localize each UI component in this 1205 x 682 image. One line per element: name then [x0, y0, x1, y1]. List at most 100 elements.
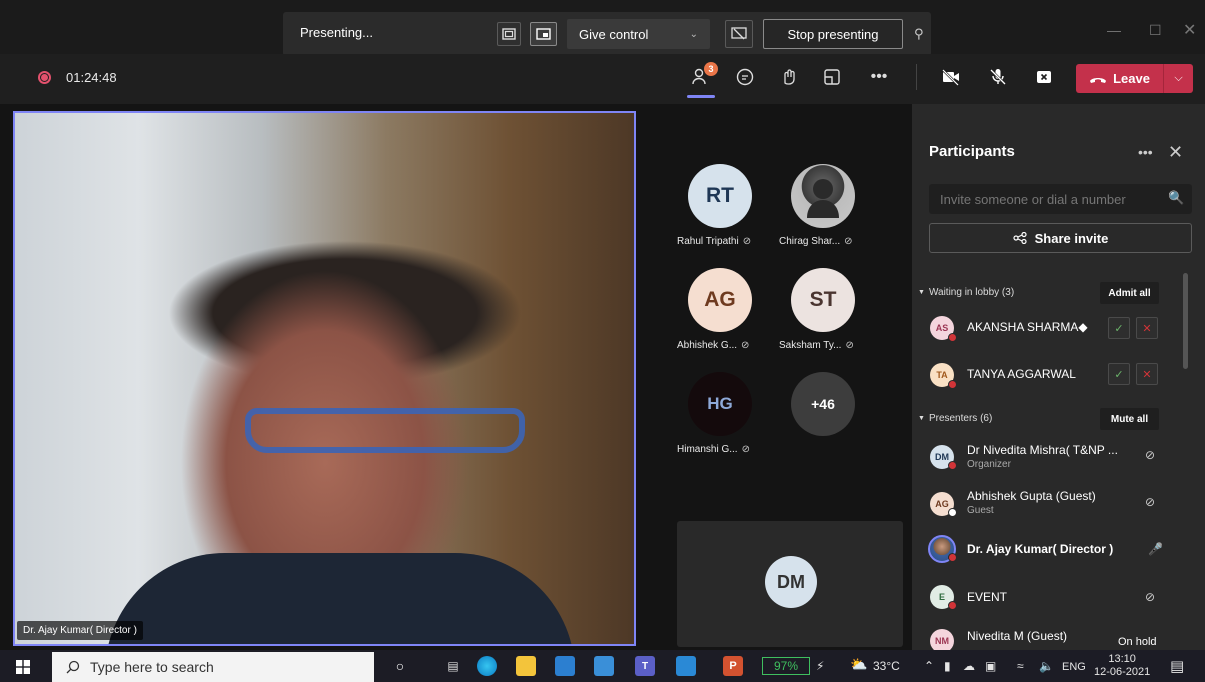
- stop-sharing-button[interactable]: [1030, 64, 1058, 90]
- participant-role: Guest: [967, 505, 994, 516]
- deny-button[interactable]: ✕: [1136, 363, 1158, 385]
- volume-icon[interactable]: 🔈: [1039, 659, 1054, 673]
- mic-off-icon: ⊘: [1145, 495, 1156, 509]
- wifi-icon[interactable]: ≈: [1017, 659, 1024, 673]
- lobby-heading: Waiting in lobby (3): [928, 287, 1015, 298]
- search-icon: [66, 660, 80, 674]
- gallery-avatar[interactable]: RT: [688, 164, 752, 228]
- gallery-avatar[interactable]: HG: [688, 372, 752, 436]
- share-icon: [1013, 232, 1027, 244]
- usb-icon[interactable]: ▮: [944, 659, 951, 673]
- photos-icon[interactable]: [676, 656, 696, 676]
- participant-name: Nivedita M (Guest): [967, 629, 1068, 643]
- raise-hand-icon: [784, 69, 795, 85]
- pin-icon[interactable]: ⚲: [914, 26, 924, 42]
- gallery-avatar[interactable]: AG: [688, 268, 752, 332]
- invite-search-input[interactable]: [929, 184, 1192, 214]
- leave-options-button[interactable]: ⌵: [1164, 64, 1193, 93]
- window-layout-icon: [502, 28, 516, 40]
- charging-icon: ⚡: [816, 659, 825, 673]
- chat-button[interactable]: [731, 64, 759, 90]
- store-icon[interactable]: [555, 656, 575, 676]
- panel-title: Participants: [929, 143, 1015, 160]
- tray-chevron-icon[interactable]: ⌃: [924, 659, 934, 673]
- share-invite-button[interactable]: Share invite: [929, 223, 1192, 253]
- mic-toggle-button[interactable]: [984, 64, 1012, 90]
- cortana-icon[interactable]: ○: [390, 656, 410, 676]
- mic-off-icon: ⊘: [741, 340, 750, 351]
- deny-button[interactable]: ✕: [1136, 317, 1158, 339]
- gallery-name: Saksham Ty...: [779, 340, 842, 351]
- mic-off-icon: ⊘: [845, 340, 854, 351]
- notifications-icon[interactable]: ▤: [1170, 657, 1184, 675]
- mute-all-button[interactable]: Mute all: [1100, 408, 1159, 430]
- breakout-rooms-icon: [824, 69, 840, 85]
- participant-name: AKANSHA SHARMA◆: [967, 320, 1088, 334]
- camera-toggle-button[interactable]: [937, 64, 965, 90]
- mail-icon[interactable]: [594, 656, 614, 676]
- gallery-name-label: Chirag Shar... ⊘: [779, 236, 853, 247]
- panel-more-icon[interactable]: •••: [1138, 144, 1153, 160]
- share-window-layout-button[interactable]: [497, 22, 521, 46]
- stop-presenting-button[interactable]: Stop presenting: [763, 19, 903, 49]
- edge-icon[interactable]: [477, 656, 497, 676]
- task-view-icon[interactable]: ▤: [443, 656, 463, 676]
- temperature[interactable]: 33°C: [873, 659, 900, 673]
- gallery-name: Himanshi G...: [677, 444, 738, 455]
- presenters-heading: Presenters (6): [928, 413, 993, 424]
- share-window-pip-button[interactable]: [530, 22, 557, 46]
- panel-close-icon[interactable]: ✕: [1168, 142, 1183, 163]
- mic-off-icon: ⊘: [1145, 448, 1156, 462]
- presenters-section-header[interactable]: ▼ Presenters (6): [918, 413, 992, 424]
- person-silhouette-icon: [807, 179, 839, 218]
- minimize-icon[interactable]: —: [1107, 22, 1121, 38]
- lobby-section-header[interactable]: ▼ Waiting in lobby (3): [918, 287, 1014, 298]
- share-close-icon: [1037, 71, 1051, 83]
- gallery-avatar[interactable]: ST: [791, 268, 855, 332]
- participant-name: Dr. Ajay Kumar( Director ): [967, 542, 1114, 556]
- reactions-button[interactable]: [775, 64, 803, 90]
- system-clock[interactable]: 13:10 12-06-2021: [1094, 653, 1150, 679]
- stop-camera-share-button[interactable]: [725, 20, 753, 48]
- clock-time: 13:10: [1108, 653, 1136, 665]
- main-video-name-label: Dr. Ajay Kumar( Director ): [17, 621, 143, 640]
- video-person-glasses: [245, 408, 525, 453]
- screen-share-off-icon: [731, 27, 747, 40]
- windows-logo-icon: [16, 660, 30, 674]
- more-icon: •••: [870, 68, 888, 85]
- breakout-rooms-button[interactable]: [818, 64, 846, 90]
- leave-button[interactable]: Leave: [1076, 64, 1163, 93]
- gallery-photo-avatar[interactable]: [791, 164, 855, 228]
- admit-button[interactable]: ✓: [1108, 317, 1130, 339]
- gallery-name-label: Himanshi G... ⊘: [677, 444, 750, 455]
- weather-icon[interactable]: ⛅: [850, 656, 867, 673]
- file-explorer-icon[interactable]: [516, 656, 536, 676]
- main-video-feed[interactable]: [13, 111, 636, 646]
- powerpoint-icon[interactable]: P: [723, 656, 743, 676]
- check-icon: ✓: [1114, 368, 1124, 381]
- mic-icon: 🎤: [1148, 542, 1163, 556]
- status-indicator: [948, 553, 957, 562]
- share-invite-label: Share invite: [1034, 230, 1109, 246]
- teams-icon[interactable]: T: [635, 656, 655, 676]
- close-icon: ✕: [1142, 368, 1152, 381]
- close-window-icon[interactable]: ✕: [1183, 20, 1196, 40]
- taskbar-search-box[interactable]: Type here to search: [52, 652, 374, 682]
- more-participants-tile[interactable]: +46: [791, 372, 855, 436]
- onedrive-icon[interactable]: ☁: [963, 659, 975, 673]
- panel-scrollbar[interactable]: [1183, 273, 1188, 369]
- give-control-dropdown[interactable]: Give control ⌄: [567, 19, 710, 49]
- language-indicator[interactable]: ENG: [1062, 661, 1086, 673]
- maximize-icon[interactable]: ☐: [1149, 22, 1162, 39]
- admit-all-button[interactable]: Admit all: [1100, 282, 1159, 304]
- gallery-name: Chirag Shar...: [779, 236, 841, 247]
- chevron-down-icon: ⌄: [689, 28, 698, 40]
- network-icon[interactable]: ▣: [985, 659, 996, 673]
- windows-start-button[interactable]: [16, 660, 30, 679]
- admit-button[interactable]: ✓: [1108, 363, 1130, 385]
- mic-off-icon: ⊘: [742, 236, 752, 247]
- self-avatar: DM: [765, 556, 817, 608]
- battery-indicator[interactable]: 97%: [762, 657, 810, 675]
- more-actions-button[interactable]: •••: [865, 64, 893, 90]
- search-icon[interactable]: 🔍: [1168, 190, 1184, 206]
